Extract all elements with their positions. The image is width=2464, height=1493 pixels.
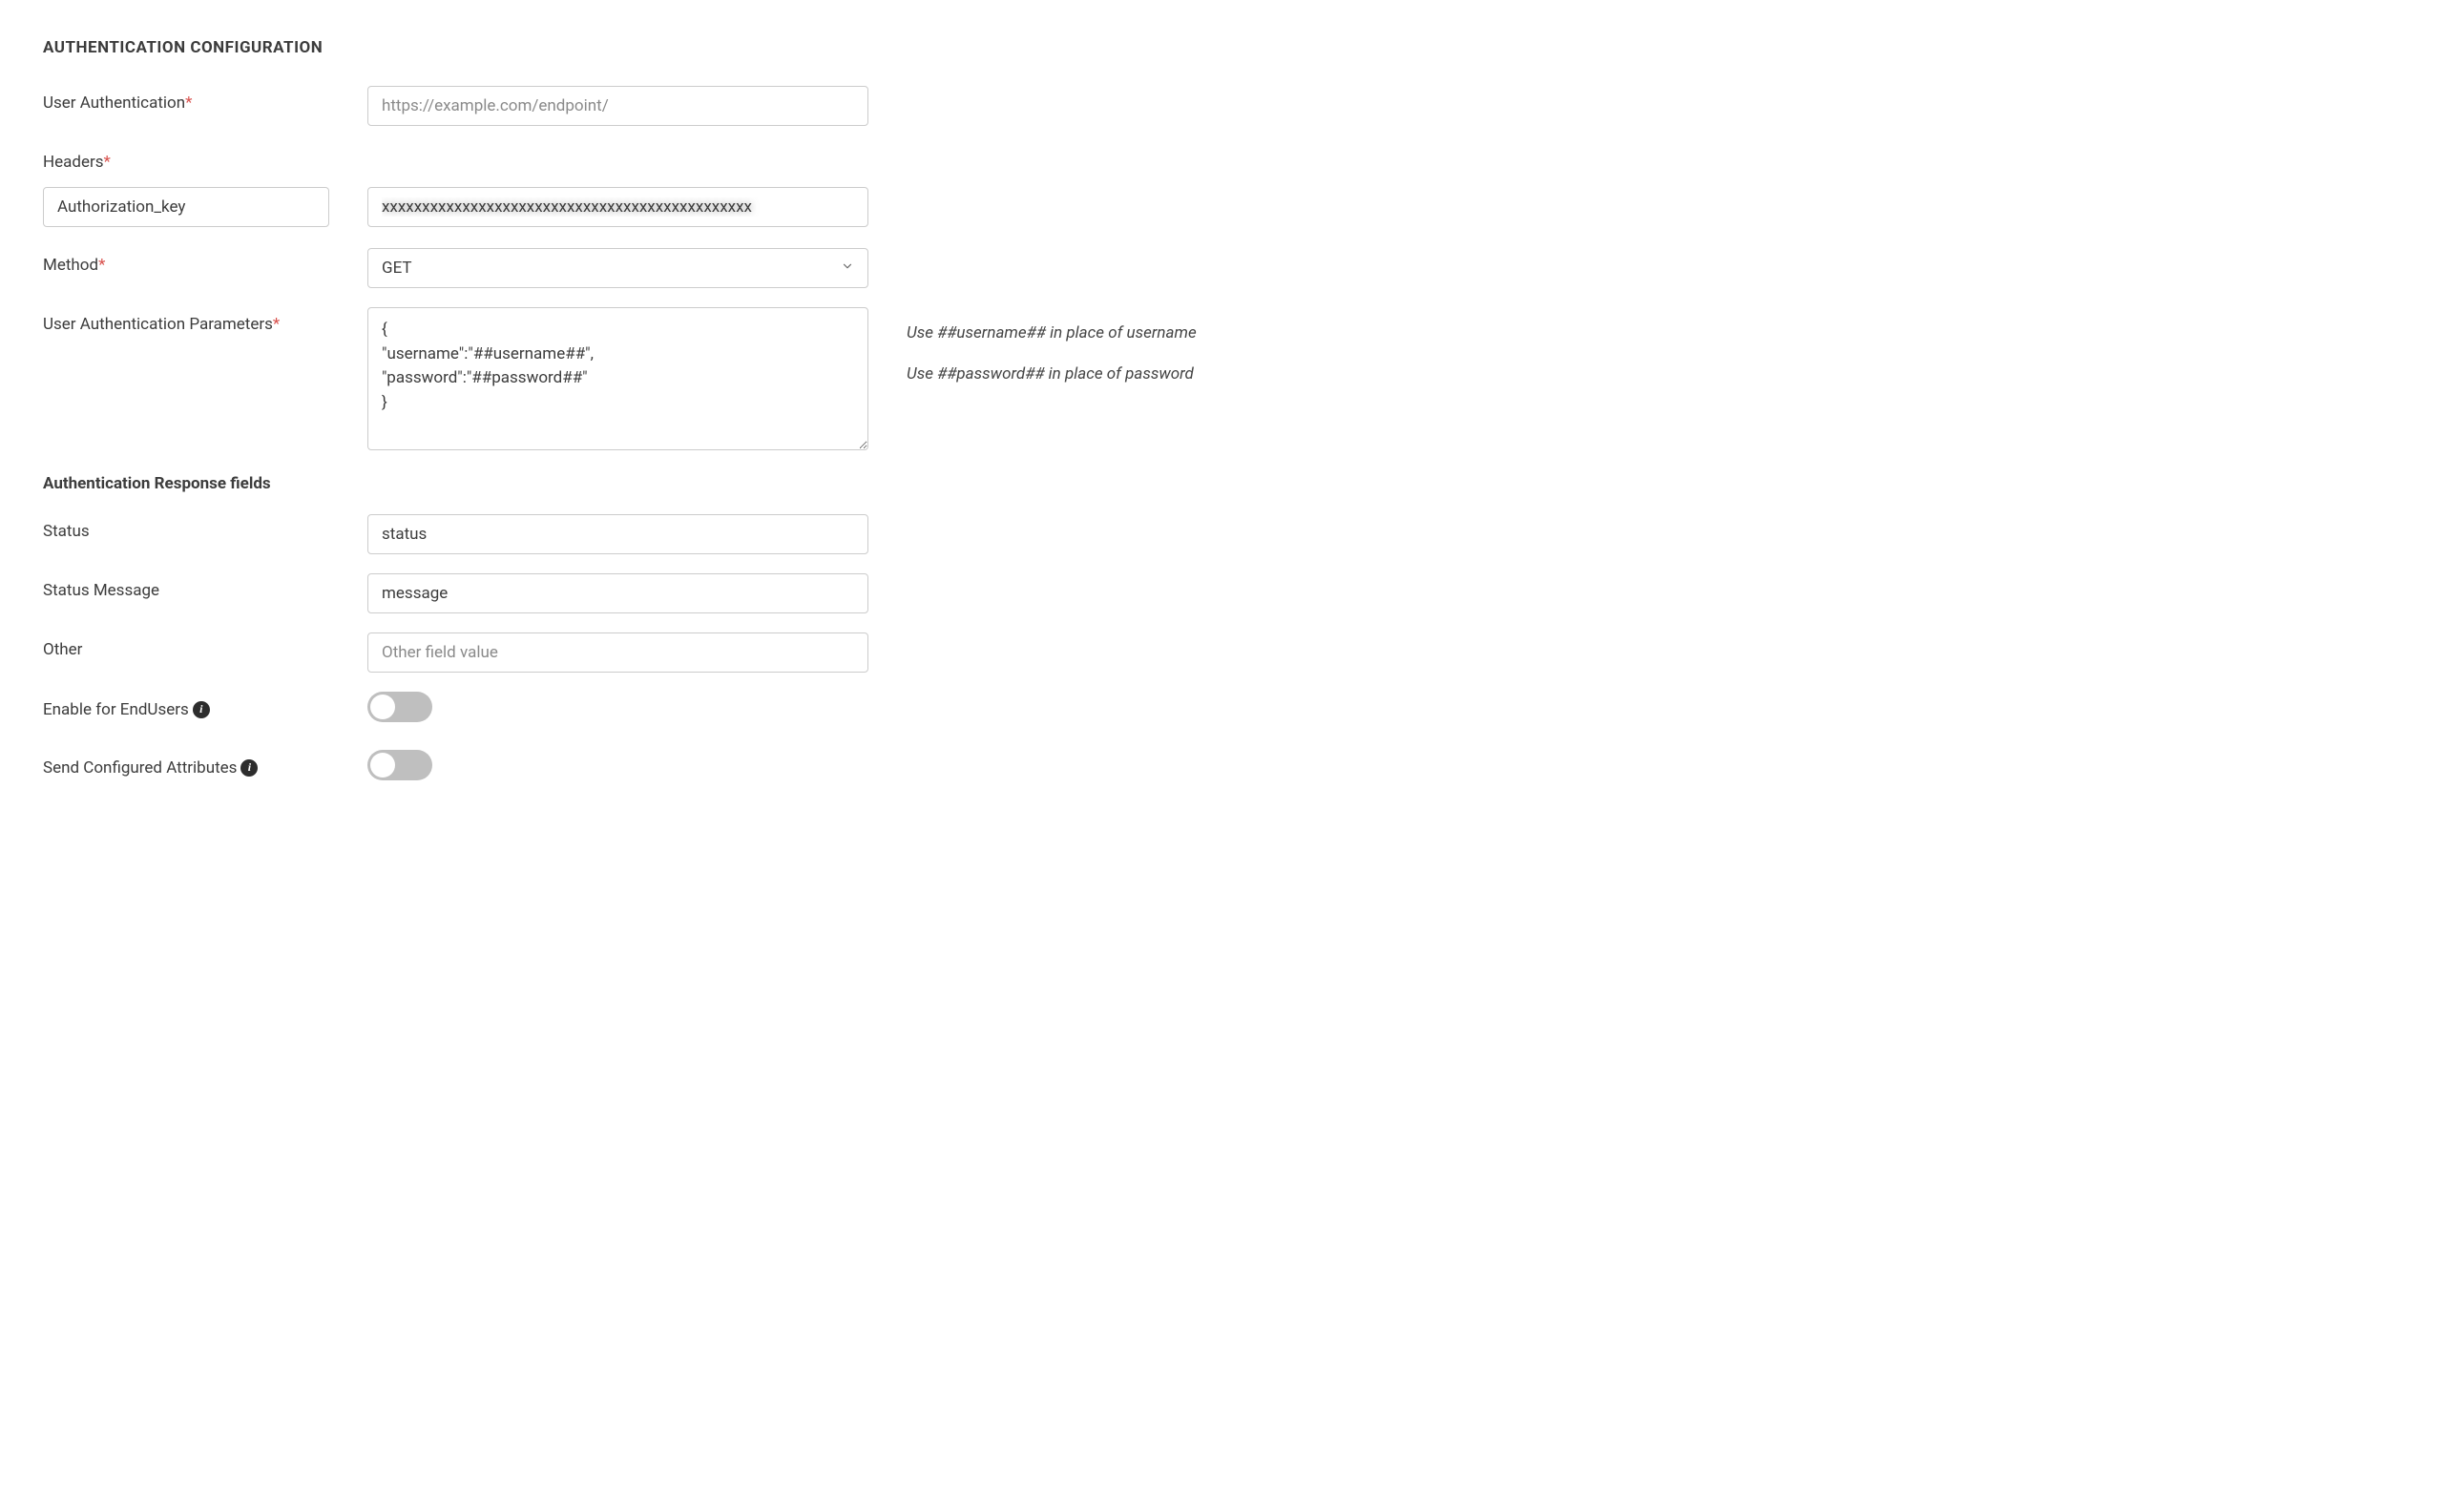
required-asterisk: *: [104, 153, 111, 172]
user-authentication-input[interactable]: [367, 86, 868, 126]
row-other: Other: [43, 632, 2421, 673]
enable-endusers-toggle[interactable]: [367, 692, 432, 722]
label-user-authentication: User Authentication*: [43, 86, 329, 113]
toggle-knob: [370, 753, 395, 778]
label-text: User Authentication Parameters: [43, 315, 273, 334]
label-status: Status: [43, 514, 329, 541]
hint-password: Use ##password## in place of password: [907, 354, 2421, 395]
info-icon[interactable]: i: [193, 701, 210, 718]
header-key-input[interactable]: [43, 187, 329, 227]
header-value-input[interactable]: [367, 187, 868, 227]
subsection-title: Authentication Response fields: [43, 474, 2421, 493]
label-text: Send Configured Attributes: [43, 758, 237, 778]
row-enable-endusers: Enable for EndUsers i: [43, 692, 2421, 727]
label-other: Other: [43, 632, 329, 659]
label-send-configured-attrs: Send Configured Attributesi: [43, 758, 329, 778]
label-text: User Authentication: [43, 93, 185, 113]
row-send-configured-attrs: Send Configured Attributesi: [43, 750, 2421, 785]
method-selected-value: GET: [368, 249, 867, 287]
section-title: AUTHENTICATION CONFIGURATION: [43, 38, 2421, 57]
required-asterisk: *: [185, 93, 192, 113]
row-user-auth-params: User Authentication Parameters* Use ##us…: [43, 307, 2421, 455]
send-configured-attrs-toggle[interactable]: [367, 750, 432, 780]
row-method: Method* GET: [43, 248, 2421, 288]
label-text: Enable for EndUsers: [43, 700, 189, 719]
other-input[interactable]: [367, 632, 868, 673]
method-select[interactable]: GET: [367, 248, 868, 288]
toggle-knob: [370, 695, 395, 719]
label-user-auth-params: User Authentication Parameters*: [43, 307, 329, 334]
row-user-authentication: User Authentication*: [43, 86, 2421, 126]
row-status-message: Status Message: [43, 573, 2421, 613]
user-auth-params-hint: Use ##username## in place of username Us…: [907, 307, 2421, 394]
label-method: Method*: [43, 248, 329, 275]
status-input[interactable]: [367, 514, 868, 554]
row-headers-inputs: [43, 187, 2421, 227]
user-auth-params-textarea[interactable]: [367, 307, 868, 450]
row-status: Status: [43, 514, 2421, 554]
label-enable-endusers: Enable for EndUsers i: [43, 700, 329, 719]
label-headers: Headers*: [43, 145, 329, 172]
label-text: Method: [43, 256, 98, 275]
status-message-input[interactable]: [367, 573, 868, 613]
row-headers-label: Headers*: [43, 145, 2421, 172]
label-status-message: Status Message: [43, 573, 329, 600]
hint-username: Use ##username## in place of username: [907, 313, 2421, 354]
info-icon[interactable]: i: [240, 759, 258, 777]
required-asterisk: *: [98, 256, 105, 275]
required-asterisk: *: [273, 315, 280, 334]
label-text: Headers: [43, 153, 104, 172]
